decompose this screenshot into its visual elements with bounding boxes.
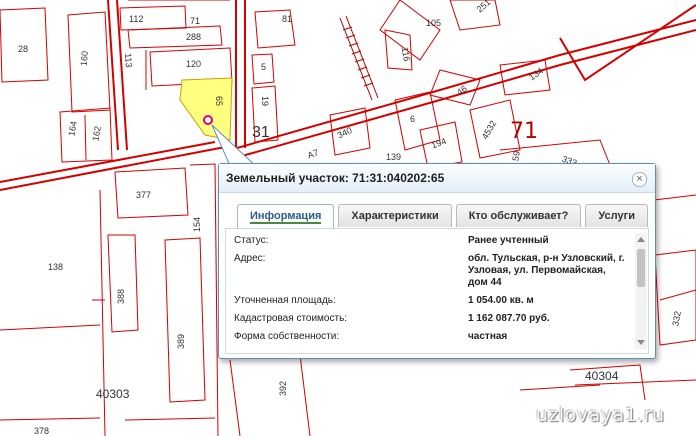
parcel-marker-icon <box>203 115 213 125</box>
row-value: обл. Тульская, р-н Узловский, г. Узловая… <box>468 253 625 288</box>
map-label: 28 <box>18 44 28 54</box>
row-label: Статус: <box>234 235 269 246</box>
info-row-address: Адрес: обл. Тульская, р-н Узловский, г. … <box>234 253 626 289</box>
popup-header: Земельный участок: 71:31:040202:65 × <box>219 164 655 193</box>
map-label: 154 <box>192 217 202 232</box>
scroll-up-icon[interactable] <box>637 237 645 242</box>
info-row-status: Статус: Ранее учтенный <box>234 235 626 247</box>
panel-scrollbar[interactable] <box>635 233 647 349</box>
map-label: 112 <box>129 14 143 24</box>
map-label: 31 <box>252 124 270 141</box>
quarter-label: 40303 <box>96 387 130 401</box>
info-panel: Статус: Ранее учтенный Адрес: обл. Тульс… <box>225 228 649 354</box>
map-label: 71 <box>190 16 200 26</box>
close-icon[interactable]: × <box>632 172 647 187</box>
map-label: 113 <box>123 53 134 68</box>
map-label: 120 <box>186 59 201 69</box>
info-row-ownership: Форма собственности: частная <box>234 331 626 343</box>
watermark: uzlovaya1.ru <box>536 404 665 426</box>
map-label: 59 <box>510 150 522 162</box>
row-value: 1 054.00 кв. м <box>468 295 534 306</box>
tab-information[interactable]: Информация <box>237 204 335 228</box>
map-label: 134 <box>527 66 545 83</box>
map-label: 65 <box>214 96 224 106</box>
map-label: 105 <box>426 18 441 28</box>
map-label: 194 <box>430 136 448 151</box>
scroll-thumb[interactable] <box>637 249 645 287</box>
map-label: 81 <box>282 14 292 24</box>
tab-who-serves[interactable]: Кто обслуживает? <box>455 204 582 227</box>
row-value: частная <box>468 331 508 342</box>
map-label: 251 <box>475 0 493 14</box>
block-label: 71 <box>510 119 538 144</box>
map-label: 388 <box>116 289 126 304</box>
row-value: 1 162 087.70 руб. <box>468 313 550 324</box>
map-label: 5 <box>261 62 266 72</box>
popup-tabs: Информация Характеристики Кто обслуживае… <box>237 204 652 228</box>
map-label: 160 <box>79 51 90 67</box>
map-label: 19 <box>260 96 270 106</box>
tab-characteristics[interactable]: Характеристики <box>338 204 452 227</box>
row-label: Адрес: <box>234 253 266 264</box>
info-row-cost: Кадастровая стоимость: 1 162 087.70 руб. <box>234 313 626 325</box>
map-label: 164 <box>66 120 78 137</box>
map-label: 377 <box>136 190 151 200</box>
map-label: 392 <box>278 381 288 396</box>
map-label: 340 <box>336 125 354 140</box>
parcel-info-popup: Земельный участок: 71:31:040202:65 × Инф… <box>218 163 656 359</box>
map-label: 116 <box>400 46 412 62</box>
row-label: Форма собственности: <box>234 331 340 342</box>
map-label: 4532 <box>480 119 499 141</box>
quarter-label: 40304 <box>585 369 619 383</box>
row-label: Кадастровая стоимость: <box>234 313 348 324</box>
map-label: 138 <box>48 262 63 272</box>
map-label: 389 <box>176 334 186 349</box>
map-label: 139 <box>386 152 401 162</box>
map-label: 162 <box>90 125 102 142</box>
tab-services[interactable]: Услуги <box>585 204 648 227</box>
map-label: 288 <box>186 32 201 42</box>
map-label: A7 <box>306 147 320 160</box>
scroll-down-icon[interactable] <box>637 340 645 345</box>
row-label: Уточненная площадь: <box>234 295 336 306</box>
row-value: Ранее учтенный <box>468 235 549 246</box>
selected-parcel <box>179 77 233 141</box>
map-label: 6 <box>410 114 415 124</box>
map-label: 332 <box>670 310 682 327</box>
popup-title: Земельный участок: 71:31:040202:65 <box>226 171 445 185</box>
map-label: 378 <box>34 426 49 436</box>
info-row-area: Уточненная площадь: 1 054.00 кв. м <box>234 295 626 307</box>
